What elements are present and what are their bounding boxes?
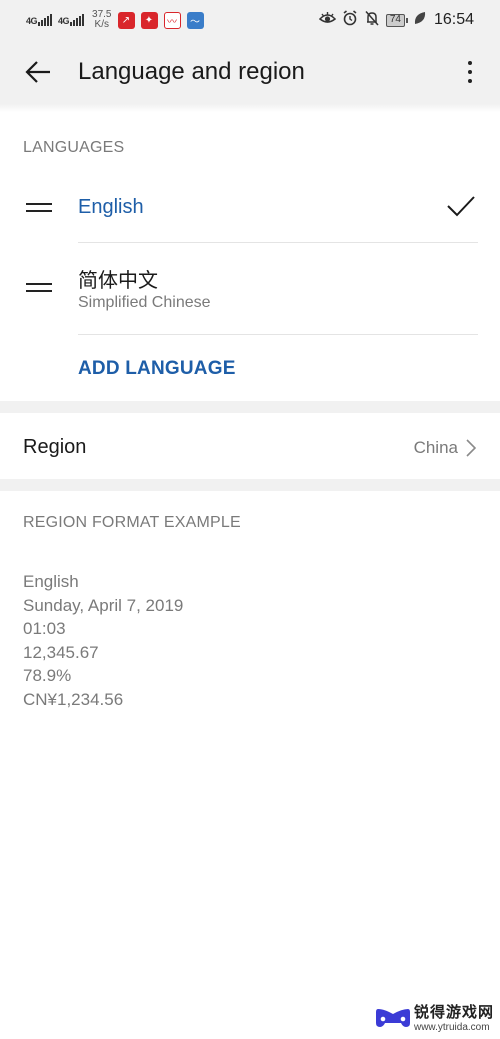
languages-header: LANGUAGES xyxy=(23,139,125,156)
language-item-english[interactable]: English xyxy=(0,180,500,242)
trend-app-icon: 〜 xyxy=(186,11,204,29)
example-number: 12,345.67 xyxy=(23,642,99,662)
battery-icon: 74 xyxy=(385,13,409,27)
region-row[interactable]: Region China xyxy=(0,413,500,479)
divider xyxy=(78,334,478,335)
example-time: 01:03 xyxy=(23,619,66,638)
signal-icon-2: 4G xyxy=(58,14,85,26)
signal-icon: 4G xyxy=(26,14,53,26)
app-bar: Language and region xyxy=(0,40,500,112)
network-speed: 37.5 K/s xyxy=(92,10,111,30)
language-name: 简体中文 xyxy=(78,270,158,292)
region-label: Region xyxy=(23,436,87,458)
drag-handle-icon[interactable] xyxy=(26,203,52,213)
network-type-2: 4G xyxy=(58,16,70,26)
format-example-list: English Sunday, April 7, 2019 01:03 12,3… xyxy=(23,570,183,711)
battery-level: 74 xyxy=(389,13,401,25)
example-currency: CN¥1,234.56 xyxy=(23,689,124,709)
example-language: English xyxy=(23,572,79,591)
watermark-title: 锐得游戏网 xyxy=(413,1004,494,1021)
chevron-right-icon xyxy=(466,439,477,462)
page-title: Language and region xyxy=(78,58,305,85)
game-app-icon: ✦ xyxy=(140,11,158,29)
add-language-button[interactable]: ADD LANGUAGE xyxy=(78,358,236,380)
status-right: 74 16:54 xyxy=(318,10,474,30)
watermark-url: www.ytruida.com xyxy=(413,1022,490,1033)
language-name: English xyxy=(78,196,144,218)
drag-handle-icon[interactable] xyxy=(26,283,52,293)
stock-app-icon: ↗ xyxy=(117,11,135,29)
more-vertical-icon xyxy=(468,61,472,83)
example-date: Sunday, April 7, 2019 xyxy=(23,595,184,615)
alarm-icon xyxy=(342,10,358,30)
gamepad-logo-icon xyxy=(375,1009,410,1027)
eye-icon xyxy=(318,11,337,29)
network-type-1: 4G xyxy=(26,16,38,26)
region-value: China xyxy=(413,438,458,457)
back-button[interactable] xyxy=(22,56,54,88)
language-subtitle: Simplified Chinese xyxy=(78,294,211,311)
clock: 16:54 xyxy=(433,11,474,28)
leaf-icon xyxy=(414,11,426,29)
check-icon xyxy=(446,194,476,223)
language-item-chinese[interactable]: 简体中文 Simplified Chinese xyxy=(0,243,500,334)
bell-off-icon xyxy=(364,10,380,30)
chart-app-icon: 〰 xyxy=(163,11,181,29)
watermark: 锐得游戏网 www.ytruida.com xyxy=(375,1001,494,1033)
status-left: 4G 4G 37.5 K/s ↗ ✦ 〰 〜 xyxy=(26,10,204,30)
example-percent: 78.9% xyxy=(23,666,72,685)
status-bar: 4G 4G 37.5 K/s ↗ ✦ 〰 〜 74 16:54 xyxy=(0,0,500,40)
speed-unit: K/s xyxy=(94,19,109,30)
section-separator xyxy=(0,479,500,491)
region-format-header: REGION FORMAT EXAMPLE xyxy=(23,514,241,531)
section-separator xyxy=(0,401,500,413)
more-options-button[interactable] xyxy=(458,56,482,88)
arrow-left-icon xyxy=(25,61,50,83)
